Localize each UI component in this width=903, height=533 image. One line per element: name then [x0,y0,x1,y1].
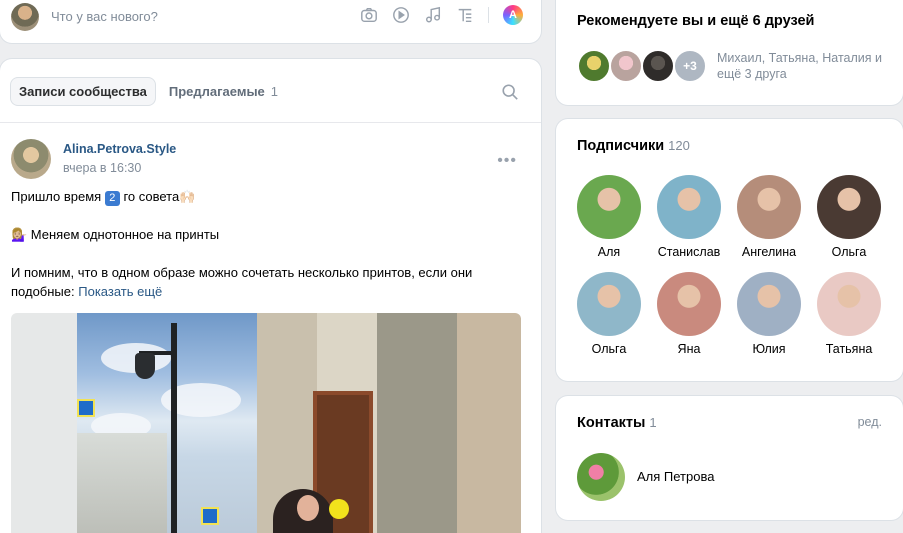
subscriber-avatar[interactable] [657,175,721,239]
subscriber-avatar[interactable] [657,272,721,336]
author-avatar[interactable] [11,139,51,179]
divider [488,7,489,23]
composer-input[interactable]: Что у вас нового? [51,9,158,24]
search-icon[interactable] [501,83,519,101]
tab-suggested[interactable]: Предлагаемые 1 [161,78,286,105]
friends-names[interactable]: Михаил, Татьяна, Наталия и ещё 3 друга [717,50,887,82]
edit-link[interactable]: ред. [858,415,882,429]
subscriber[interactable]: Аля [569,175,649,259]
contacts-count: 1 [649,415,657,430]
recommend-title: Рекомендуете вы и ещё 6 друзей [577,13,815,29]
friends-avatars[interactable]: +3 [577,49,707,83]
photo-building [77,433,167,533]
composer-tools: A [360,5,523,25]
subscribers-count: 120 [668,138,690,153]
subscribers-label: Подписчики [577,138,665,154]
show-more-link[interactable]: Показать ещё [78,284,162,299]
post-text-fragment: го совета🙌🏻 [123,189,196,204]
subscriber-avatar[interactable] [577,175,641,239]
subscriber-avatar[interactable] [817,272,881,336]
post-composer: Что у вас нового? A [0,0,541,43]
number-badge: 2 [104,191,120,206]
contact-name[interactable]: Аля Петрова [637,469,714,484]
subscriber-name: Ольга [591,342,627,356]
subscriber[interactable]: Татьяна [809,272,889,356]
community-feed: Записи сообщества Предлагаемые 1 Alina.P… [0,59,541,533]
subscriber[interactable]: Юлия [729,272,809,356]
photo-balloon [329,499,349,519]
post-line: Пришло время 2 го совета🙌🏻 [11,187,521,206]
friend-avatar[interactable] [641,49,675,83]
friend-avatar[interactable] [609,49,643,83]
subscriber-avatar[interactable] [737,272,801,336]
tab-label: Предлагаемые [168,84,265,99]
photo-person [297,495,319,521]
subscriber-name: Яна [677,342,701,356]
post-author[interactable]: Alina.Petrova.Style [63,142,176,156]
subscribers-card: Подписчики 120 Аля Станислав Ангелина Оль… [556,119,903,381]
subscriber-name: Станислав [657,245,721,259]
post-line: 💁🏼‍♀️ Меняем однотонное на принты [11,227,220,242]
subscriber[interactable]: Станислав [649,175,729,259]
subscribers-title[interactable]: Подписчики 120 [577,138,690,154]
post-line: И помним, что в одном образе можно сочет… [11,263,521,301]
camera-icon[interactable] [360,6,378,24]
contacts-card: Контакты 1 ред. Аля Петрова [556,396,903,520]
divider [0,122,541,123]
contacts-title[interactable]: Контакты 1 [577,415,657,431]
more-options-icon[interactable]: ••• [497,152,517,170]
more-friends-badge[interactable]: +3 [673,49,707,83]
subscriber-name: Ангелина [741,245,797,259]
subscriber[interactable]: Ангелина [729,175,809,259]
subscribers-grid: Аля Станислав Ангелина Ольга Ольга Яна Ю… [569,175,889,356]
subscriber-name: Аля [597,245,621,259]
subscriber-name: Ольга [831,245,867,259]
subscriber-avatar[interactable] [577,272,641,336]
tab-count: 1 [270,84,279,99]
subscriber[interactable]: Яна [649,272,729,356]
recommend-card: Рекомендуете вы и ещё 6 друзей +3 Михаил… [556,0,903,105]
subscriber-avatar[interactable] [817,175,881,239]
contacts-label: Контакты [577,415,646,431]
photo-road-sign [201,507,219,525]
contact-avatar[interactable] [577,453,625,501]
music-icon[interactable] [424,6,442,24]
post-time[interactable]: вчера в 16:30 [63,161,141,175]
friend-avatar[interactable] [577,49,611,83]
post-text-fragment: Пришло время [11,189,102,204]
post-text: Пришло время 2 го совета🙌🏻 💁🏼‍♀️ Меняем … [11,187,521,320]
photo-road-sign [77,399,95,417]
tab-label: Записи сообщества [19,84,147,99]
user-avatar[interactable] [11,3,39,31]
subscriber-avatar[interactable] [737,175,801,239]
feed-tabs: Записи сообщества Предлагаемые 1 [11,78,286,105]
subscriber-name: Юлия [752,342,786,356]
post-photo[interactable] [11,313,521,533]
ai-assistant-icon[interactable]: A [503,5,523,25]
subscriber-name: Татьяна [825,342,873,356]
article-icon[interactable] [456,6,474,24]
subscriber[interactable]: Ольга [809,175,889,259]
tab-community-posts[interactable]: Записи сообщества [11,78,155,105]
video-icon[interactable] [392,6,410,24]
subscriber[interactable]: Ольга [569,272,649,356]
photo-lamp [135,353,155,379]
